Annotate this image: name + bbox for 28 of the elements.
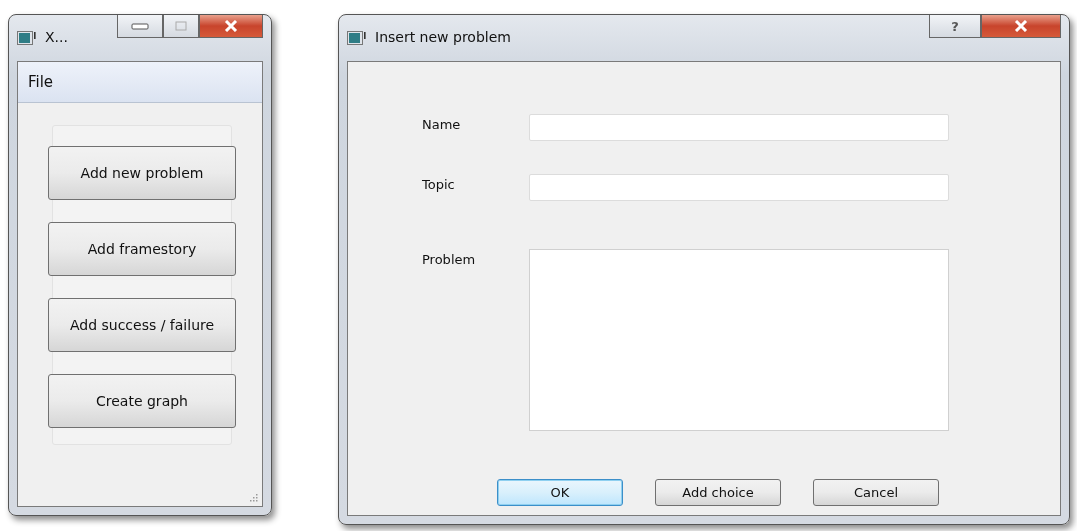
dialog-button[interactable]: OK <box>497 479 623 506</box>
window-icon <box>347 31 367 45</box>
menu-item[interactable]: File <box>28 73 54 91</box>
field-label: Topic <box>422 176 455 192</box>
window-icon <box>17 31 37 45</box>
close-icon <box>1014 20 1028 32</box>
input-field[interactable] <box>529 114 949 141</box>
field-label: Problem <box>422 251 476 267</box>
action-button[interactable]: Add framestory <box>48 222 236 276</box>
window-title: X... <box>45 29 68 45</box>
close-icon <box>224 20 238 32</box>
close-button[interactable] <box>199 15 263 38</box>
close-button[interactable] <box>981 15 1061 38</box>
resize-grip-icon[interactable] <box>248 492 258 502</box>
action-button[interactable]: Add success / failure <box>48 298 236 352</box>
help-button[interactable]: ? <box>929 15 981 38</box>
action-button[interactable]: Create graph <box>48 374 236 428</box>
dialog-title: Insert new problem <box>375 29 511 45</box>
input-field[interactable] <box>529 174 949 201</box>
action-button[interactable]: Add new problem <box>48 146 236 200</box>
dialog-button[interactable]: Add choice <box>655 479 781 506</box>
dialog-button[interactable]: Cancel <box>813 479 939 506</box>
problem-field[interactable] <box>529 249 949 431</box>
minimize-button[interactable] <box>117 15 163 38</box>
maximize-button[interactable] <box>163 15 199 38</box>
field-label: Name <box>422 116 461 132</box>
minimize-icon <box>131 22 149 30</box>
maximize-icon <box>175 21 187 31</box>
